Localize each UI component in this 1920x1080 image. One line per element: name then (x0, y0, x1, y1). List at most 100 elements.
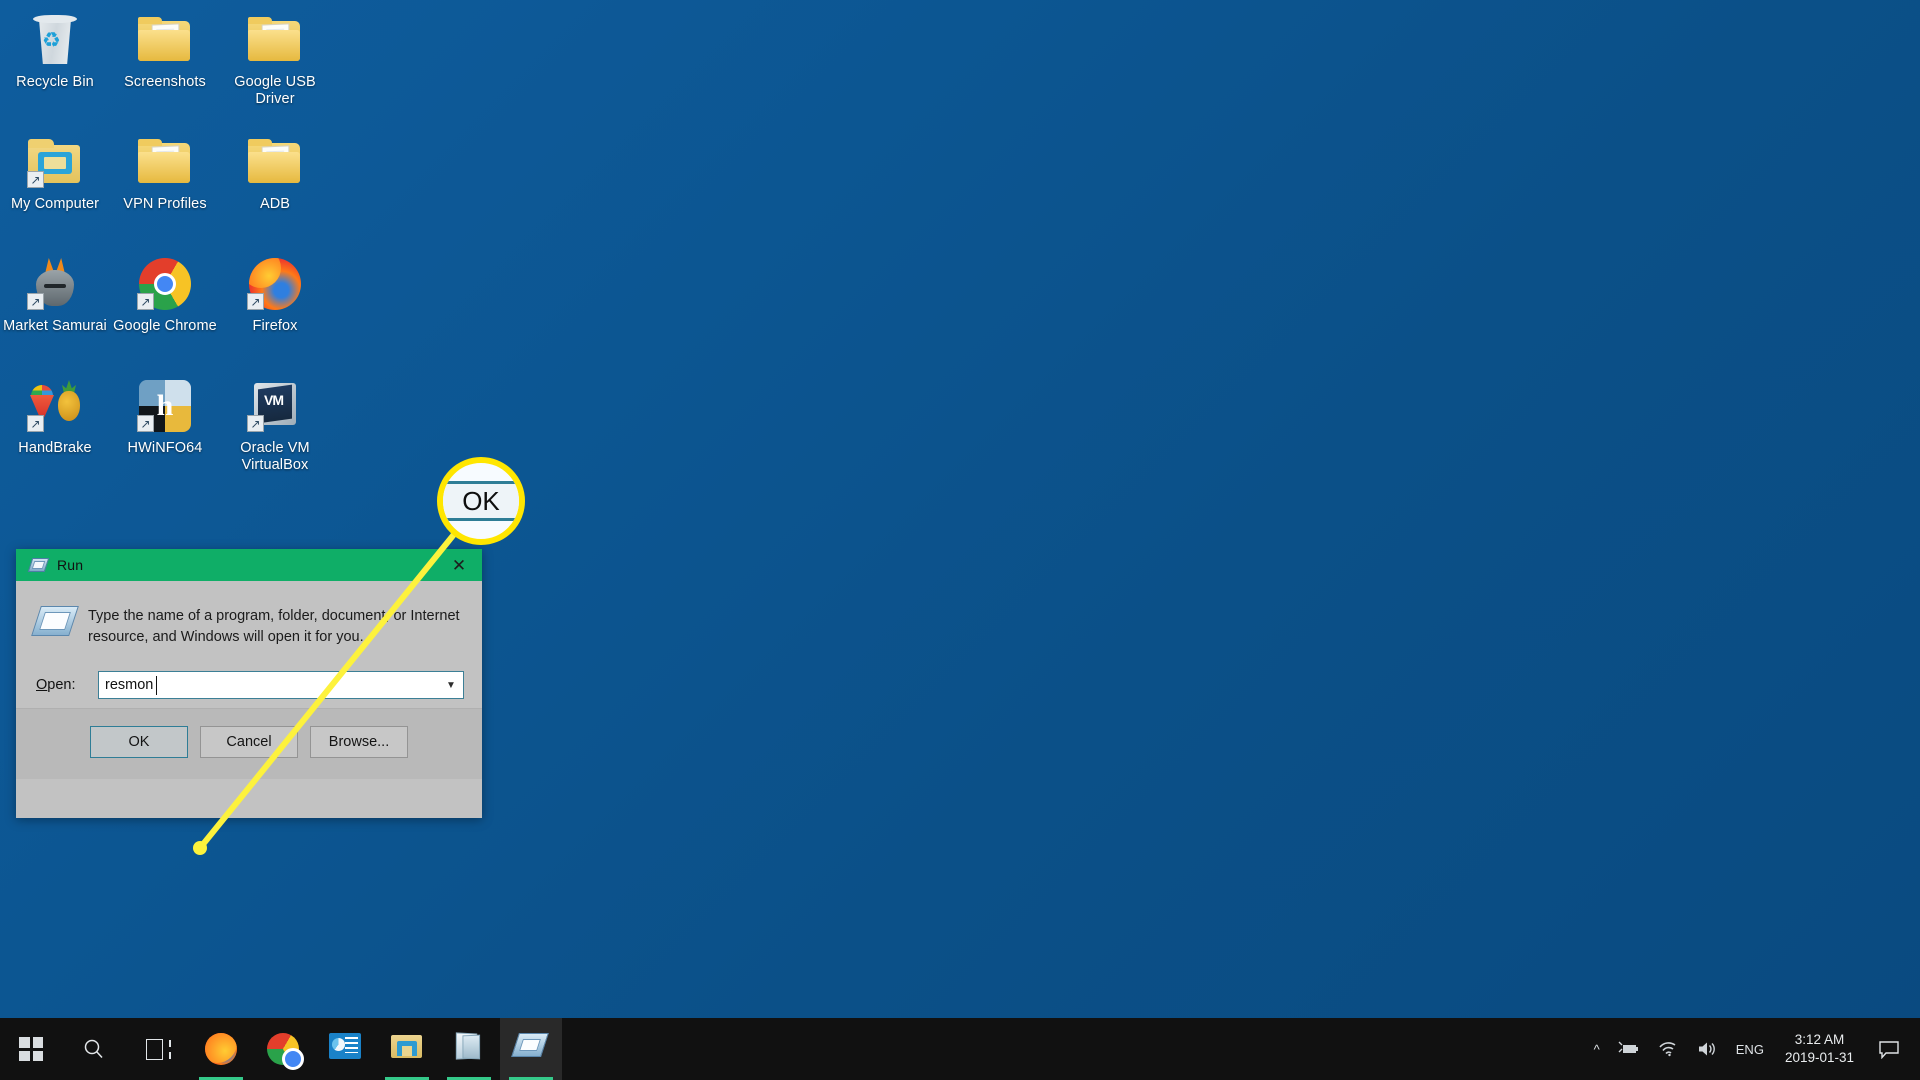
desktop-icon-label: Google Chrome (113, 318, 217, 334)
shortcut-arrow-icon: ↗ (137, 293, 154, 310)
desktop-icon-row: ♻ Recycle Bin Screenshots Google USB Dri… (0, 0, 330, 122)
open-input[interactable] (99, 672, 439, 698)
text-caret (156, 676, 157, 695)
taskbar-firefox[interactable] (190, 1018, 252, 1080)
handbrake-icon: ↗ (27, 378, 83, 434)
desktop-icon-grid: ♻ Recycle Bin Screenshots Google USB Dri… (0, 0, 330, 488)
firefox-icon: ↗ (247, 256, 303, 312)
desktop-icon-label: Screenshots (124, 74, 206, 90)
open-combobox[interactable]: ▼ (98, 671, 464, 699)
shortcut-arrow-icon: ↗ (27, 171, 44, 188)
desktop-icon-market-samurai[interactable]: ↗ Market Samurai (0, 244, 110, 366)
desktop-icon-recycle-bin[interactable]: ♻ Recycle Bin (0, 0, 110, 122)
desktop-icon-google-chrome[interactable]: ↗ Google Chrome (110, 244, 220, 366)
hwinfo64-icon: h ↗ (137, 378, 193, 434)
clock-date: 2019-01-31 (1784, 1050, 1854, 1065)
taskbar-run[interactable] (500, 1018, 562, 1080)
desktop-icon-row: ↗ Market Samurai ↗ Google Chrome ↗ Firef… (0, 244, 330, 366)
folder-icon (247, 12, 303, 68)
notepad-icon (453, 1032, 485, 1065)
desktop-icon-adb[interactable]: ADB (220, 122, 330, 244)
speaker-icon[interactable] (1687, 1018, 1727, 1080)
search-button[interactable] (62, 1018, 126, 1080)
start-button[interactable] (0, 1018, 62, 1080)
cancel-button[interactable]: Cancel (200, 726, 298, 758)
desktop-icon-label: HWiNFO64 (127, 440, 203, 456)
run-dialog-body: Type the name of a program, folder, docu… (16, 581, 482, 779)
taskbar-notepad[interactable] (438, 1018, 500, 1080)
desktop-icon-my-computer[interactable]: ↗ My Computer (0, 122, 110, 244)
desktop-icon-label: ADB (259, 196, 291, 212)
language-indicator[interactable]: ENG (1727, 1018, 1773, 1080)
desktop-icon-label: HandBrake (18, 440, 92, 456)
ok-button[interactable]: OK (90, 726, 188, 758)
close-icon[interactable]: ✕ (436, 549, 482, 581)
desktop-icon-label: Google USB Driver (234, 74, 316, 107)
run-icon (511, 1033, 549, 1065)
open-field-label: Open: (36, 677, 98, 693)
shortcut-arrow-icon: ↗ (247, 293, 264, 310)
taskbar-chrome[interactable] (252, 1018, 314, 1080)
desktop-icon-handbrake[interactable]: ↗ HandBrake (0, 366, 110, 488)
desktop-icon-screenshots[interactable]: Screenshots (110, 0, 220, 122)
desktop[interactable]: ♻ Recycle Bin Screenshots Google USB Dri… (0, 0, 1920, 1080)
shortcut-arrow-icon: ↗ (247, 415, 264, 432)
network-icon (1659, 1042, 1676, 1057)
chevron-down-icon[interactable]: ▼ (439, 672, 463, 698)
chrome-icon (267, 1033, 304, 1070)
run-dialog[interactable]: Run ✕ Type the name of a program, folder… (16, 549, 482, 818)
run-dialog-titlebar[interactable]: Run ✕ (16, 549, 482, 581)
shortcut-arrow-icon: ↗ (27, 293, 44, 310)
chevron-up-icon[interactable]: ^ (1585, 1018, 1609, 1080)
taskbar-paint[interactable] (314, 1018, 376, 1080)
browse-button[interactable]: Browse... (310, 726, 408, 758)
desktop-icon-label: Recycle Bin (16, 74, 94, 90)
wifi-icon[interactable] (1649, 1018, 1687, 1080)
clock[interactable]: 3:12 AM 2019-01-31 (1773, 1018, 1866, 1080)
volume-icon (1698, 1042, 1715, 1056)
taskbar[interactable]: ^ ENG 3:12 AM 2019-01-31 (0, 1018, 1920, 1080)
folder-icon (137, 134, 193, 190)
desktop-icon-oracle-vm-virtualbox[interactable]: VM ↗ Oracle VM VirtualBox (220, 366, 330, 488)
my-computer-icon: ↗ (27, 134, 83, 190)
shortcut-arrow-icon: ↗ (137, 415, 154, 432)
virtualbox-icon: VM ↗ (247, 378, 303, 434)
callout-magnifier: OK (437, 457, 525, 545)
system-tray: ^ ENG 3:12 AM 2019-01-31 (1585, 1018, 1920, 1080)
run-dialog-title: Run (57, 557, 84, 573)
desktop-icon-row: ↗ My Computer VPN Profiles ADB (0, 122, 330, 244)
taskbar-file-explorer[interactable] (376, 1018, 438, 1080)
desktop-icon-hwinfo64[interactable]: h ↗ HWiNFO64 (110, 366, 220, 488)
folder-icon (247, 134, 303, 190)
run-dialog-description: Type the name of a program, folder, docu… (88, 608, 460, 645)
desktop-icon-label: My Computer (10, 196, 100, 212)
desktop-icon-label: VPN Profiles (123, 196, 207, 212)
desktop-icon-label: Oracle VM VirtualBox (240, 440, 310, 473)
market-samurai-icon: ↗ (27, 256, 83, 312)
search-icon (84, 1039, 103, 1059)
chrome-icon: ↗ (137, 256, 193, 312)
clock-time: 3:12 AM (1794, 1032, 1845, 1047)
desktop-icon-firefox[interactable]: ↗ Firefox (220, 244, 330, 366)
desktop-icon-row: ↗ HandBrake h ↗ HWiNFO64 VM ↗ Oracle VM … (0, 366, 330, 488)
battery-icon (1618, 1041, 1638, 1053)
shortcut-arrow-icon: ↗ (27, 415, 44, 432)
firefox-icon (205, 1033, 237, 1065)
desktop-icon-label: Firefox (252, 318, 298, 334)
desktop-icon-vpn-profiles[interactable]: VPN Profiles (110, 122, 220, 244)
run-dialog-description-row: Type the name of a program, folder, docu… (16, 581, 482, 648)
desktop-icon-label: Market Samurai (3, 318, 107, 334)
folder-icon (391, 1033, 423, 1065)
windows-logo-icon (19, 1037, 43, 1061)
task-view-icon (145, 1038, 171, 1060)
battery-charging-icon[interactable] (1609, 1018, 1649, 1080)
run-icon-large (31, 606, 79, 638)
paint-icon (329, 1033, 361, 1065)
action-center-button[interactable] (1866, 1018, 1912, 1080)
desktop-icon-google-usb-driver[interactable]: Google USB Driver (220, 0, 330, 122)
run-icon (27, 558, 50, 572)
task-view-button[interactable] (126, 1018, 190, 1080)
recycle-bin-icon: ♻ (27, 12, 83, 68)
open-label-accelerator: O (36, 677, 48, 693)
open-label-rest: pen: (47, 677, 76, 693)
